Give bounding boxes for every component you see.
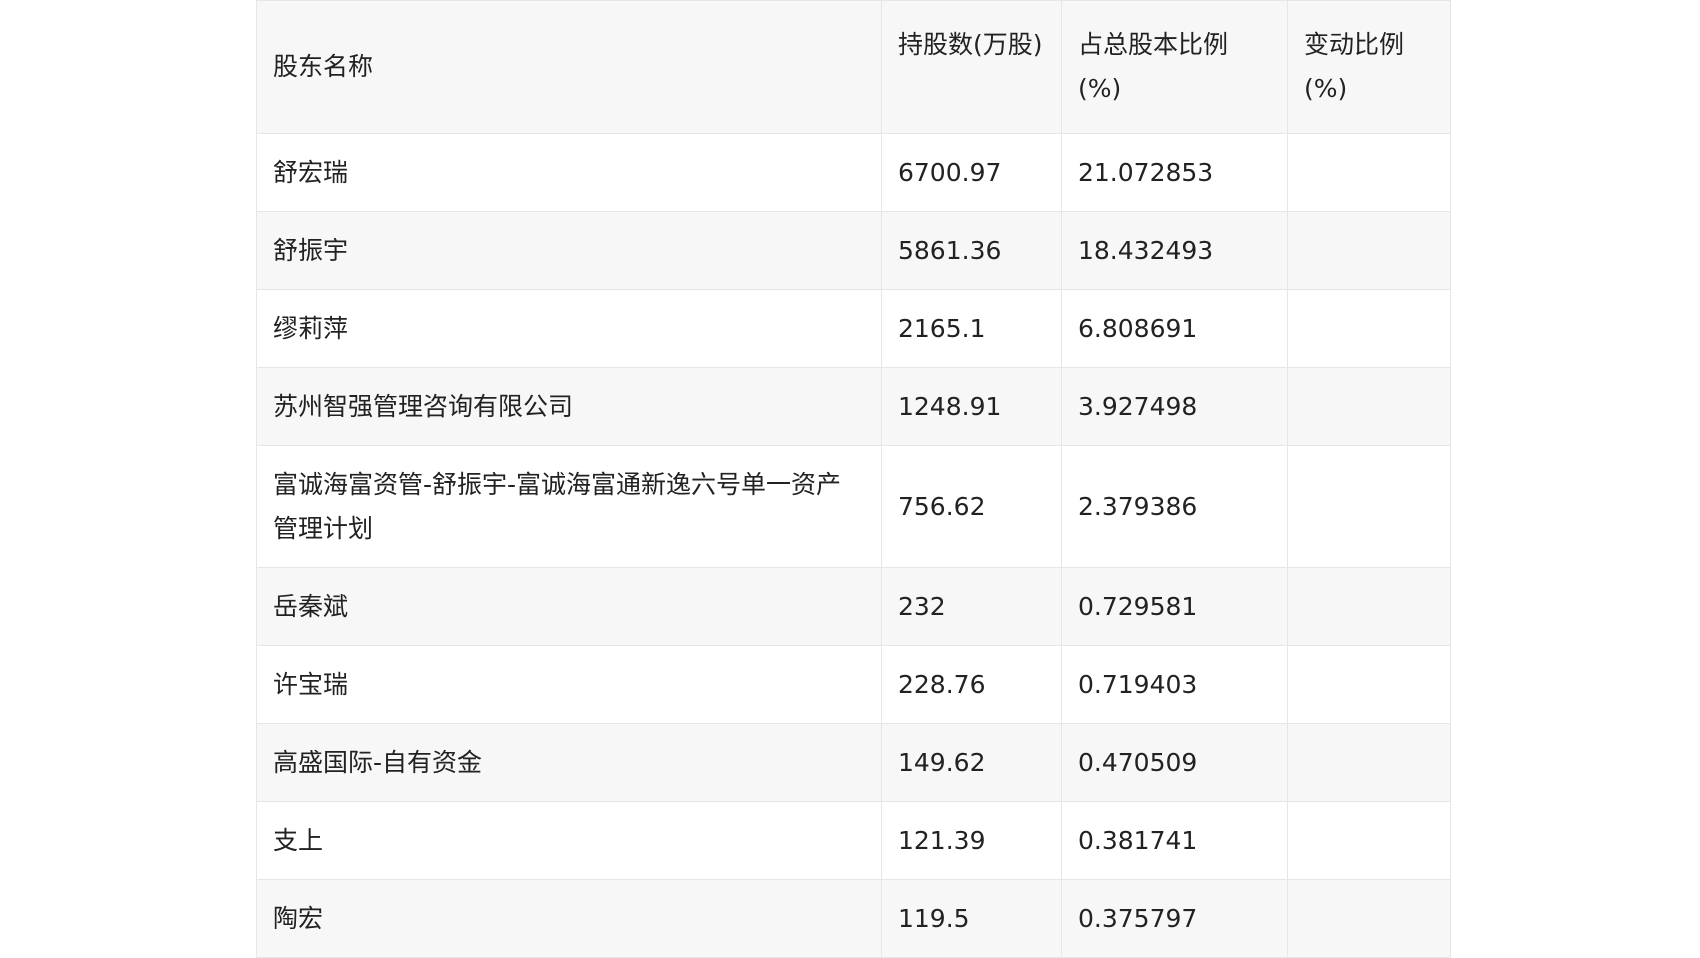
cell-shareholder-name: 岳秦斌 [256, 567, 882, 646]
cell-shares-held: 6700.97 [881, 133, 1062, 212]
cell-change-ratio [1287, 567, 1451, 646]
cell-share-ratio: 18.432493 [1061, 211, 1288, 290]
cell-shares-held: 228.76 [881, 645, 1062, 724]
header-shareholder-name: 股东名称 [256, 0, 882, 134]
header-change-ratio: 变动比例(%) [1287, 0, 1451, 134]
cell-shareholder-name: 舒振宇 [256, 211, 882, 290]
cell-share-ratio: 0.375797 [1061, 879, 1288, 958]
cell-shares-held: 5861.36 [881, 211, 1062, 290]
shareholder-table-container: 股东名称 持股数(万股) 占总股本比例(%) 变动比例(%) 舒宏瑞 6700.… [256, 0, 1451, 958]
cell-shares-held: 2165.1 [881, 289, 1062, 368]
cell-shareholder-name: 苏州智强管理咨询有限公司 [256, 367, 882, 446]
cell-change-ratio [1287, 211, 1451, 290]
header-shares-held: 持股数(万股) [881, 0, 1062, 134]
cell-shareholder-name: 高盛国际-自有资金 [256, 723, 882, 802]
table-row: 缪莉萍 2165.1 6.808691 [256, 289, 1451, 368]
cell-share-ratio: 0.729581 [1061, 567, 1288, 646]
cell-share-ratio: 0.381741 [1061, 801, 1288, 880]
cell-shares-held: 756.62 [881, 445, 1062, 568]
table-row: 苏州智强管理咨询有限公司 1248.91 3.927498 [256, 367, 1451, 446]
cell-change-ratio [1287, 289, 1451, 368]
cell-change-ratio [1287, 879, 1451, 958]
cell-shareholder-name: 许宝瑞 [256, 645, 882, 724]
cell-share-ratio: 2.379386 [1061, 445, 1288, 568]
cell-shares-held: 119.5 [881, 879, 1062, 958]
table-row: 支上 121.39 0.381741 [256, 801, 1451, 880]
cell-share-ratio: 3.927498 [1061, 367, 1288, 446]
cell-shareholder-name: 缪莉萍 [256, 289, 882, 368]
shareholder-table: 股东名称 持股数(万股) 占总股本比例(%) 变动比例(%) 舒宏瑞 6700.… [256, 0, 1451, 958]
table-header: 股东名称 持股数(万股) 占总股本比例(%) 变动比例(%) [256, 0, 1451, 134]
cell-share-ratio: 0.470509 [1061, 723, 1288, 802]
cell-change-ratio [1287, 801, 1451, 880]
cell-shareholder-name: 支上 [256, 801, 882, 880]
table-row: 岳秦斌 232 0.729581 [256, 567, 1451, 646]
cell-share-ratio: 6.808691 [1061, 289, 1288, 368]
header-share-ratio: 占总股本比例(%) [1061, 0, 1288, 134]
cell-change-ratio [1287, 723, 1451, 802]
cell-shares-held: 149.62 [881, 723, 1062, 802]
cell-shareholder-name: 舒宏瑞 [256, 133, 882, 212]
table-row: 舒宏瑞 6700.97 21.072853 [256, 133, 1451, 212]
cell-change-ratio [1287, 133, 1451, 212]
cell-change-ratio [1287, 645, 1451, 724]
cell-shares-held: 121.39 [881, 801, 1062, 880]
table-body: 舒宏瑞 6700.97 21.072853 舒振宇 5861.36 18.432… [256, 133, 1451, 958]
table-row: 许宝瑞 228.76 0.719403 [256, 645, 1451, 724]
cell-shareholder-name: 陶宏 [256, 879, 882, 958]
cell-change-ratio [1287, 367, 1451, 446]
table-row: 高盛国际-自有资金 149.62 0.470509 [256, 723, 1451, 802]
cell-share-ratio: 0.719403 [1061, 645, 1288, 724]
cell-change-ratio [1287, 445, 1451, 568]
cell-shares-held: 1248.91 [881, 367, 1062, 446]
table-row: 富诚海富资管-舒振宇-富诚海富通新逸六号单一资产管理计划 756.62 2.37… [256, 445, 1451, 568]
cell-shares-held: 232 [881, 567, 1062, 646]
table-row: 陶宏 119.5 0.375797 [256, 879, 1451, 958]
table-row: 舒振宇 5861.36 18.432493 [256, 211, 1451, 290]
header-row: 股东名称 持股数(万股) 占总股本比例(%) 变动比例(%) [256, 0, 1451, 134]
cell-shareholder-name: 富诚海富资管-舒振宇-富诚海富通新逸六号单一资产管理计划 [256, 445, 882, 568]
cell-share-ratio: 21.072853 [1061, 133, 1288, 212]
